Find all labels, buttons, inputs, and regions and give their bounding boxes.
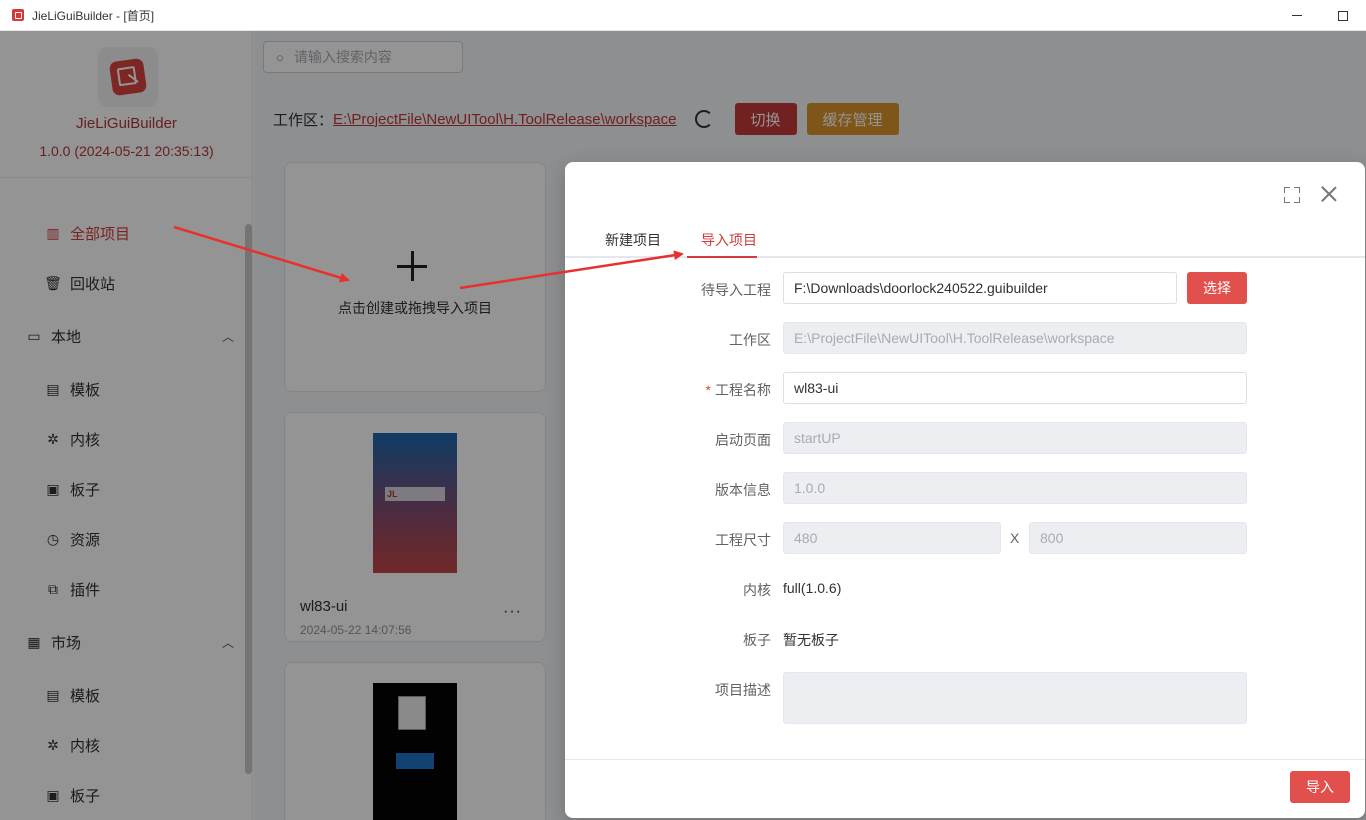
workspace-field-label: 工作区 <box>729 332 771 348</box>
active-tab-indicator <box>687 256 757 258</box>
minimize-button[interactable] <box>1274 0 1320 31</box>
required-mark: * <box>705 382 711 398</box>
import-project-label: 待导入工程 <box>701 282 771 298</box>
tab-import-project[interactable]: 导入项目 <box>701 230 757 258</box>
core-value: full(1.0.6) <box>783 580 842 596</box>
board-label: 板子 <box>743 632 771 648</box>
title-bar: JieLiGuiBuilder - [首页] <box>0 0 1366 31</box>
project-name-label: * 工程名称 <box>565 380 771 400</box>
size-height-input <box>1029 522 1247 554</box>
tab-new-project[interactable]: 新建项目 <box>605 230 661 258</box>
size-separator: X <box>1010 530 1020 546</box>
minimize-icon <box>1292 15 1302 16</box>
app-logo-icon <box>12 9 24 21</box>
import-project-dialog: 新建项目 导入项目 待导入工程 选择 工作区 *工程名称 启动页面 版本信息 工… <box>565 162 1365 818</box>
workspace-input <box>783 322 1247 354</box>
maximize-button[interactable] <box>1320 0 1366 31</box>
maximize-icon <box>1338 10 1348 21</box>
start-page-label: 启动页面 <box>715 432 771 448</box>
core-label: 内核 <box>743 582 771 598</box>
import-project-input[interactable] <box>783 272 1177 304</box>
import-button[interactable]: 导入 <box>1290 771 1350 803</box>
description-textarea[interactable] <box>783 672 1247 724</box>
version-label: 版本信息 <box>715 482 771 498</box>
dialog-footer-divider <box>565 759 1365 760</box>
dialog-tabs: 新建项目 导入项目 <box>565 222 1365 258</box>
board-value: 暂无板子 <box>783 632 839 648</box>
fullscreen-icon[interactable] <box>1284 187 1300 203</box>
description-label: 项目描述 <box>715 682 771 698</box>
project-name-label-text: 工程名称 <box>715 382 771 398</box>
size-width-input <box>783 522 1001 554</box>
project-name-input[interactable] <box>783 372 1247 404</box>
close-icon[interactable] <box>1319 184 1339 204</box>
select-button[interactable]: 选择 <box>1187 272 1247 304</box>
version-input <box>783 472 1247 504</box>
project-size-label: 工程尺寸 <box>715 532 771 548</box>
start-page-input <box>783 422 1247 454</box>
window-title: JieLiGuiBuilder - [首页] <box>32 8 155 23</box>
